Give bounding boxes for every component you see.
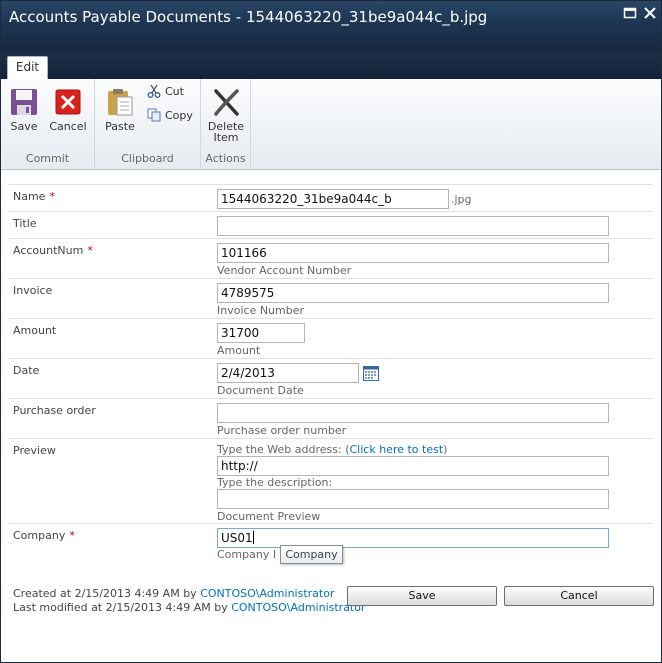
ribbon-delete-label-2: Item: [213, 131, 239, 144]
ribbon-save-label: Save: [10, 120, 38, 133]
name-label: Name: [13, 190, 46, 203]
preview-description-label: Type the description:: [217, 476, 333, 489]
ribbon-paste-button[interactable]: Paste: [105, 87, 135, 132]
title-label: Title: [13, 217, 37, 230]
save-button[interactable]: Save: [347, 586, 497, 606]
ribbon-cut-label: Cut: [165, 85, 184, 98]
purchase-order-description: Purchase order number: [217, 424, 347, 437]
group-label-clipboard: Clipboard: [121, 152, 174, 165]
ribbon-group-commit: Save Cancel Commit: [1, 79, 95, 169]
amount-label: Amount: [13, 324, 57, 337]
company-description: Company I: [217, 548, 277, 561]
ribbon: Save Cancel Commit Paste Cut Copy Clipbo…: [1, 79, 661, 170]
ribbon-group-clipboard: Paste Cut Copy Clipboard: [95, 79, 201, 169]
ribbon-cut-button[interactable]: Cut: [147, 84, 184, 100]
required-marker: *: [49, 190, 55, 203]
company-label: Company: [13, 529, 66, 542]
required-marker: *: [69, 529, 75, 542]
ribbon-cancel-label: Cancel: [49, 120, 87, 133]
cancel-button[interactable]: Cancel: [504, 586, 654, 606]
delete-icon: [214, 89, 239, 116]
ribbon-copy-button[interactable]: Copy: [147, 108, 193, 124]
scissors-icon: [147, 84, 161, 98]
modified-by-link[interactable]: CONTOSO\Administrator: [231, 601, 365, 614]
preview-web-address-label: Type the Web address: (Click here to tes…: [217, 443, 447, 456]
accountnum-description: Vendor Account Number: [217, 264, 352, 277]
maximize-icon[interactable]: [623, 7, 637, 19]
modified-text: Last modified at 2/15/2013 4:49 AM by: [13, 601, 232, 614]
preview-url-input[interactable]: http://: [217, 456, 609, 476]
form-row-name: Name * 1544063220_31be9a044c_b .jpg: [9, 184, 653, 211]
paste-icon: [108, 89, 133, 116]
text-caret: [252, 531, 254, 544]
company-tooltip: Company: [280, 545, 343, 564]
date-description: Document Date: [217, 384, 304, 397]
invoice-label: Invoice: [13, 284, 53, 297]
edit-item-dialog: Accounts Payable Documents - 1544063220_…: [0, 0, 662, 663]
ribbon-tab-strip: Edit: [1, 51, 661, 80]
test-link[interactable]: Click here to test: [350, 443, 444, 456]
dialog-title: Accounts Payable Documents - 1544063220_…: [9, 8, 488, 26]
calendar-icon[interactable]: [363, 365, 379, 381]
preview-description-input[interactable]: [217, 489, 609, 509]
form-row-title: Title: [9, 211, 653, 238]
cancel-icon: [55, 89, 81, 115]
preview-description: Document Preview: [217, 510, 321, 523]
name-input[interactable]: 1544063220_31be9a044c_b: [217, 189, 449, 209]
invoice-input[interactable]: 4789575: [217, 283, 609, 303]
web-address-prefix: Type the Web address: (: [217, 443, 350, 456]
group-label-commit: Commit: [25, 152, 70, 165]
form-row-preview: Preview Type the Web address: (Click her…: [9, 438, 653, 523]
purchase-order-label: Purchase order: [13, 404, 96, 417]
invoice-description: Invoice Number: [217, 304, 305, 317]
title-input[interactable]: [217, 216, 609, 236]
ribbon-cancel-button[interactable]: Cancel: [49, 87, 87, 132]
ribbon-paste-label: Paste: [105, 120, 135, 133]
save-icon: [11, 89, 37, 115]
form-row-purchase-order: Purchase order Purchase order number: [9, 398, 653, 438]
ribbon-delete-item-button[interactable]: Delete Item: [206, 87, 246, 143]
amount-description: Amount: [217, 344, 261, 357]
accountnum-input[interactable]: 101166: [217, 243, 609, 263]
tab-edit[interactable]: Edit: [7, 56, 48, 80]
created-text: Created at 2/15/2013 4:49 AM by: [13, 587, 201, 600]
created-info: Created at 2/15/2013 4:49 AM by CONTOSO\…: [13, 587, 334, 600]
company-value: US01: [221, 531, 253, 545]
close-icon[interactable]: [643, 7, 657, 19]
title-bar: Accounts Payable Documents - 1544063220_…: [1, 1, 661, 51]
date-label: Date: [13, 364, 40, 377]
group-label-actions: Actions: [205, 152, 246, 165]
form-row-date: Date 2/4/2013 Document Date: [9, 358, 653, 398]
form-row-amount: Amount 31700 Amount: [9, 318, 653, 358]
purchase-order-input[interactable]: [217, 403, 609, 423]
modified-info: Last modified at 2/15/2013 4:49 AM by CO…: [13, 601, 366, 614]
accountnum-label: AccountNum: [13, 244, 84, 257]
form-row-invoice: Invoice 4789575 Invoice Number: [9, 278, 653, 318]
web-address-suffix: ): [443, 443, 448, 456]
date-input[interactable]: 2/4/2013: [217, 363, 359, 383]
required-marker: *: [87, 244, 93, 257]
company-input[interactable]: US01: [217, 528, 609, 548]
amount-input[interactable]: 31700: [217, 323, 305, 343]
ribbon-save-button[interactable]: Save: [9, 87, 39, 132]
copy-icon: [147, 108, 161, 122]
preview-label: Preview: [13, 444, 56, 457]
file-extension: .jpg: [451, 193, 472, 206]
created-by-link[interactable]: CONTOSO\Administrator: [200, 587, 334, 600]
ribbon-group-actions: Delete Item Actions: [201, 79, 251, 169]
ribbon-copy-label: Copy: [165, 109, 193, 122]
form-row-accountnum: AccountNum * 101166 Vendor Account Number: [9, 238, 653, 278]
